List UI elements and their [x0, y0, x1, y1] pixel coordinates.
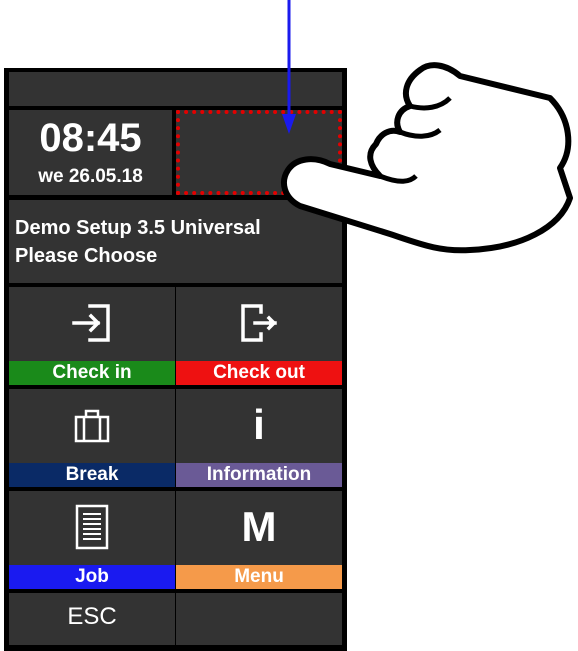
check-in-label: Check in: [9, 361, 175, 385]
check-in-button[interactable]: Check in: [9, 287, 175, 385]
clock-date: we 26.05.18: [38, 166, 143, 187]
esc-button[interactable]: ESC: [9, 593, 175, 645]
information-label: Information: [176, 463, 342, 487]
empty-key: [176, 593, 342, 645]
menu-button[interactable]: M Menu: [176, 491, 342, 589]
check-out-label: Check out: [176, 361, 342, 385]
hand-pointing-icon: [281, 62, 573, 254]
menu-label: Menu: [176, 565, 342, 589]
information-button[interactable]: i Information: [176, 389, 342, 487]
document-icon: [9, 499, 175, 555]
briefcase-icon: [9, 397, 175, 453]
clock-panel: 08:45 we 26.05.18: [9, 110, 172, 195]
message-line-1: Demo Setup 3.5 Universal: [15, 217, 261, 239]
job-button[interactable]: Job: [9, 491, 175, 589]
info-icon: i: [253, 401, 265, 448]
job-label: Job: [9, 565, 175, 589]
break-button[interactable]: Break: [9, 389, 175, 487]
check-out-button[interactable]: Check out: [176, 287, 342, 385]
message-line-2: Please Choose: [15, 245, 158, 267]
check-out-icon: [176, 295, 342, 351]
esc-label: ESC: [67, 603, 117, 630]
menu-icon: M: [241, 503, 277, 550]
break-label: Break: [9, 463, 175, 487]
clock-time: 08:45: [39, 116, 142, 160]
check-in-icon: [9, 295, 175, 351]
